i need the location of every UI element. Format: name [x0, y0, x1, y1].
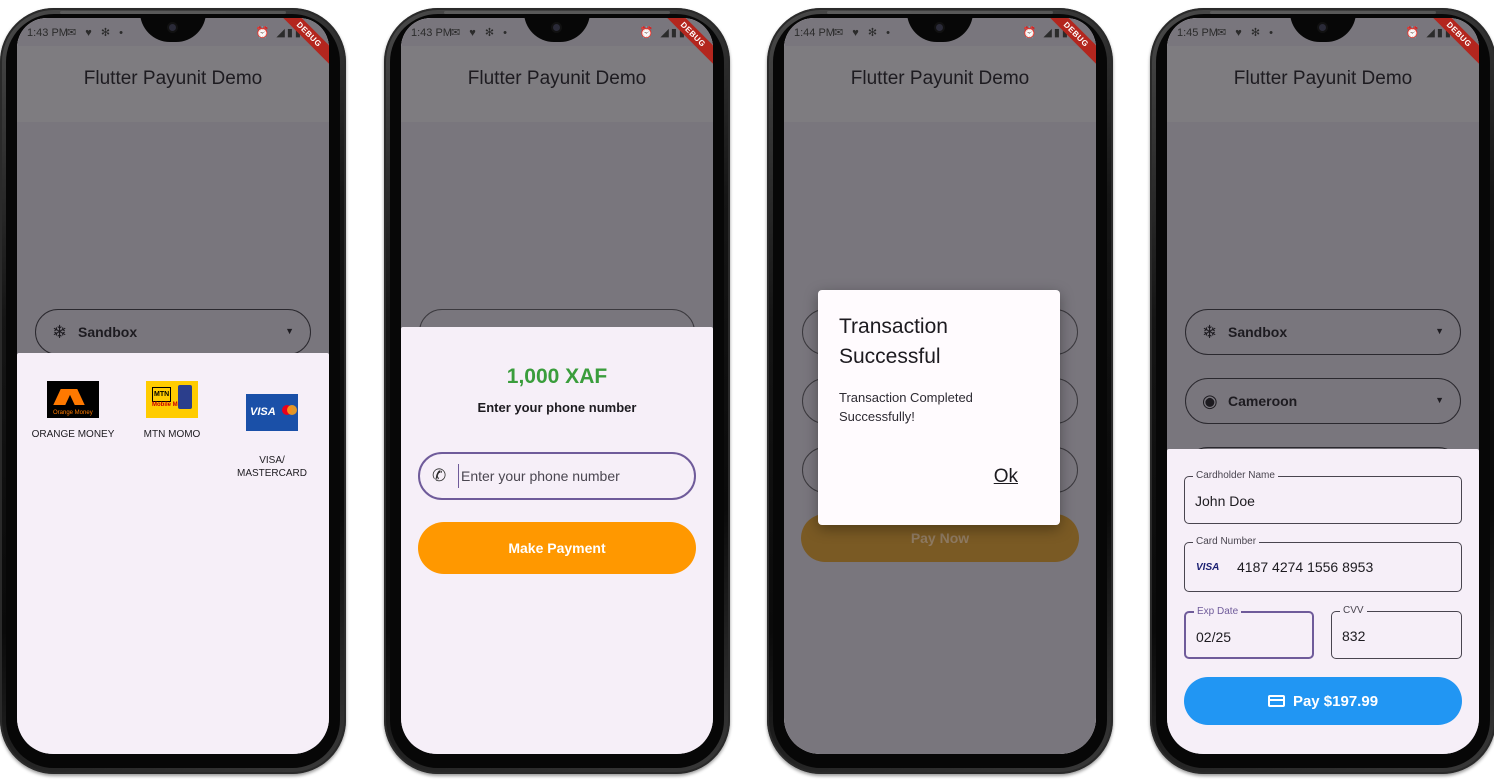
mtn-momo-logo: MTN Mobile Money [146, 381, 198, 418]
status-time: 1:44 PM [794, 27, 835, 39]
chevron-down-icon: ▼ [285, 326, 294, 336]
notification-icons: ✉ ♥ ✻ • [834, 27, 893, 39]
app-bar: Flutter Payunit Demo [17, 46, 329, 122]
app-title: Flutter Payunit Demo [467, 68, 647, 89]
cvv-label: CVV [1340, 605, 1367, 616]
status-time: 1:43 PM [27, 27, 68, 39]
chevron-down-icon: ▼ [1435, 395, 1444, 405]
visa-icon: VISA [1196, 562, 1220, 573]
phone-entry-sheet: 1,000 XAF Enter your phone number ✆ Make… [401, 327, 713, 754]
phone-frame-4: 1:45 PM ✉ ♥ ✻ • ⏰ ◢▮▮ Flutter Payunit De… [1150, 8, 1494, 774]
card-number-label: Card Number [1193, 536, 1260, 547]
app-title: Flutter Payunit Demo [83, 68, 263, 89]
phone-number-field[interactable]: ✆ [418, 452, 696, 500]
notification-icons: ✉ ♥ ✻ • [1217, 27, 1276, 39]
payment-method-visa-mastercard[interactable]: VISA VISA/ MASTERCARD [229, 381, 315, 480]
payment-amount: 1,000 XAF [506, 365, 608, 388]
payment-method-label: MTN MOMO [143, 429, 201, 440]
phone-frame-1: 1:43 PM ✉ ♥ ✻ • ⏰ ◢▮▮ Flutter Payunit De… [0, 8, 346, 774]
dialog-title: Transaction Successful [839, 315, 948, 368]
screen-card-payment: 1:45 PM ✉ ♥ ✻ • ⏰ ◢▮▮ Flutter Payunit De… [1167, 18, 1479, 754]
environment-dropdown[interactable]: ❄ Sandbox ▼ [35, 309, 311, 355]
notification-icons: ✉ ♥ ✻ • [451, 27, 510, 39]
app-title: Flutter Payunit Demo [850, 68, 1030, 89]
make-payment-button[interactable]: Make Payment [418, 522, 696, 574]
orange-money-logo: Orange Money [47, 381, 99, 418]
chevron-down-icon: ▼ [1435, 326, 1444, 336]
app-bar: Flutter Payunit Demo [401, 46, 713, 122]
screen-phone-entry: 1:43 PM ✉ ♥ ✻ • ⏰ ◢▮▮ Flutter Payunit De… [401, 18, 713, 754]
phone-frame-2: 1:43 PM ✉ ♥ ✻ • ⏰ ◢▮▮ Flutter Payunit De… [384, 8, 730, 774]
app-bar: Flutter Payunit Demo [1167, 46, 1479, 122]
app-bar: Flutter Payunit Demo [784, 46, 1096, 122]
cvv-value: 832 [1342, 628, 1366, 644]
cardholder-name-label: Cardholder Name [1193, 470, 1278, 481]
globe-icon: ◉ [1202, 391, 1218, 411]
country-value: Cameroon [1228, 393, 1298, 409]
payment-method-sheet: Orange Money ORANGE MONEY MTN Mobile Mone… [17, 353, 329, 754]
pay-button-label: Pay $197.99 [1292, 692, 1379, 710]
environment-dropdown[interactable]: ❄ Sandbox ▼ [1185, 309, 1461, 355]
snowflake-icon: ❄ [52, 322, 68, 342]
phone-number-input[interactable] [458, 464, 678, 488]
country-dropdown[interactable]: ◉ Cameroon ▼ [1185, 378, 1461, 424]
phone-frame-3: 1:44 PM ✉ ♥ ✻ • ⏰ ◢▮▮ Flutter Payunit De… [767, 8, 1113, 774]
screen-payment-methods: 1:43 PM ✉ ♥ ✻ • ⏰ ◢▮▮ Flutter Payunit De… [17, 18, 329, 754]
card-number-value: 4187 4274 1556 8953 [1237, 559, 1374, 575]
camera-icon [1317, 22, 1328, 33]
cardholder-name-field[interactable]: Cardholder Name John Doe [1184, 470, 1462, 524]
status-time: 1:43 PM [411, 27, 452, 39]
success-dialog: Transaction Successful Transaction Compl… [818, 290, 1060, 525]
credit-card-icon [1267, 694, 1285, 707]
pay-button[interactable]: Pay $197.99 [1184, 677, 1462, 725]
camera-icon [934, 22, 945, 33]
environment-value: Sandbox [78, 324, 138, 340]
payment-method-label: ORANGE MONEY [31, 429, 115, 440]
card-payment-sheet: Cardholder Name John Doe Card Number VIS… [1167, 449, 1479, 754]
phone-prompt: Enter your phone number [477, 400, 637, 415]
cardholder-name-value: John Doe [1195, 493, 1255, 509]
snowflake-icon: ❄ [1202, 322, 1218, 342]
environment-value: Sandbox [1228, 324, 1288, 340]
payment-method-label: VISA/ MASTERCARD [236, 455, 307, 479]
card-number-field[interactable]: Card Number VISA 4187 4274 1556 8953 [1184, 536, 1462, 592]
payment-method-mtn-momo[interactable]: MTN Mobile Money MTN MOMO [129, 381, 215, 441]
exp-date-field[interactable]: Exp Date 02/25 [1184, 606, 1314, 659]
notification-icons: ✉ ♥ ✻ • [67, 27, 126, 39]
screen-transaction-success: 1:44 PM ✉ ♥ ✻ • ⏰ ◢▮▮ Flutter Payunit De… [784, 18, 1096, 754]
status-time: 1:45 PM [1177, 27, 1218, 39]
camera-icon [167, 22, 178, 33]
phone-icon: ✆ [432, 466, 447, 485]
visa-mastercard-logo: VISA [246, 394, 298, 431]
dialog-ok-button[interactable]: Ok [994, 466, 1018, 488]
dialog-message: Transaction Completed Successfully! [839, 390, 973, 424]
cvv-field[interactable]: CVV 832 [1331, 605, 1462, 659]
exp-date-label: Exp Date [1194, 606, 1242, 617]
exp-date-value: 02/25 [1196, 629, 1232, 645]
payment-method-orange-money[interactable]: Orange Money ORANGE MONEY [30, 381, 116, 441]
app-title: Flutter Payunit Demo [1233, 68, 1413, 89]
camera-icon [551, 22, 562, 33]
